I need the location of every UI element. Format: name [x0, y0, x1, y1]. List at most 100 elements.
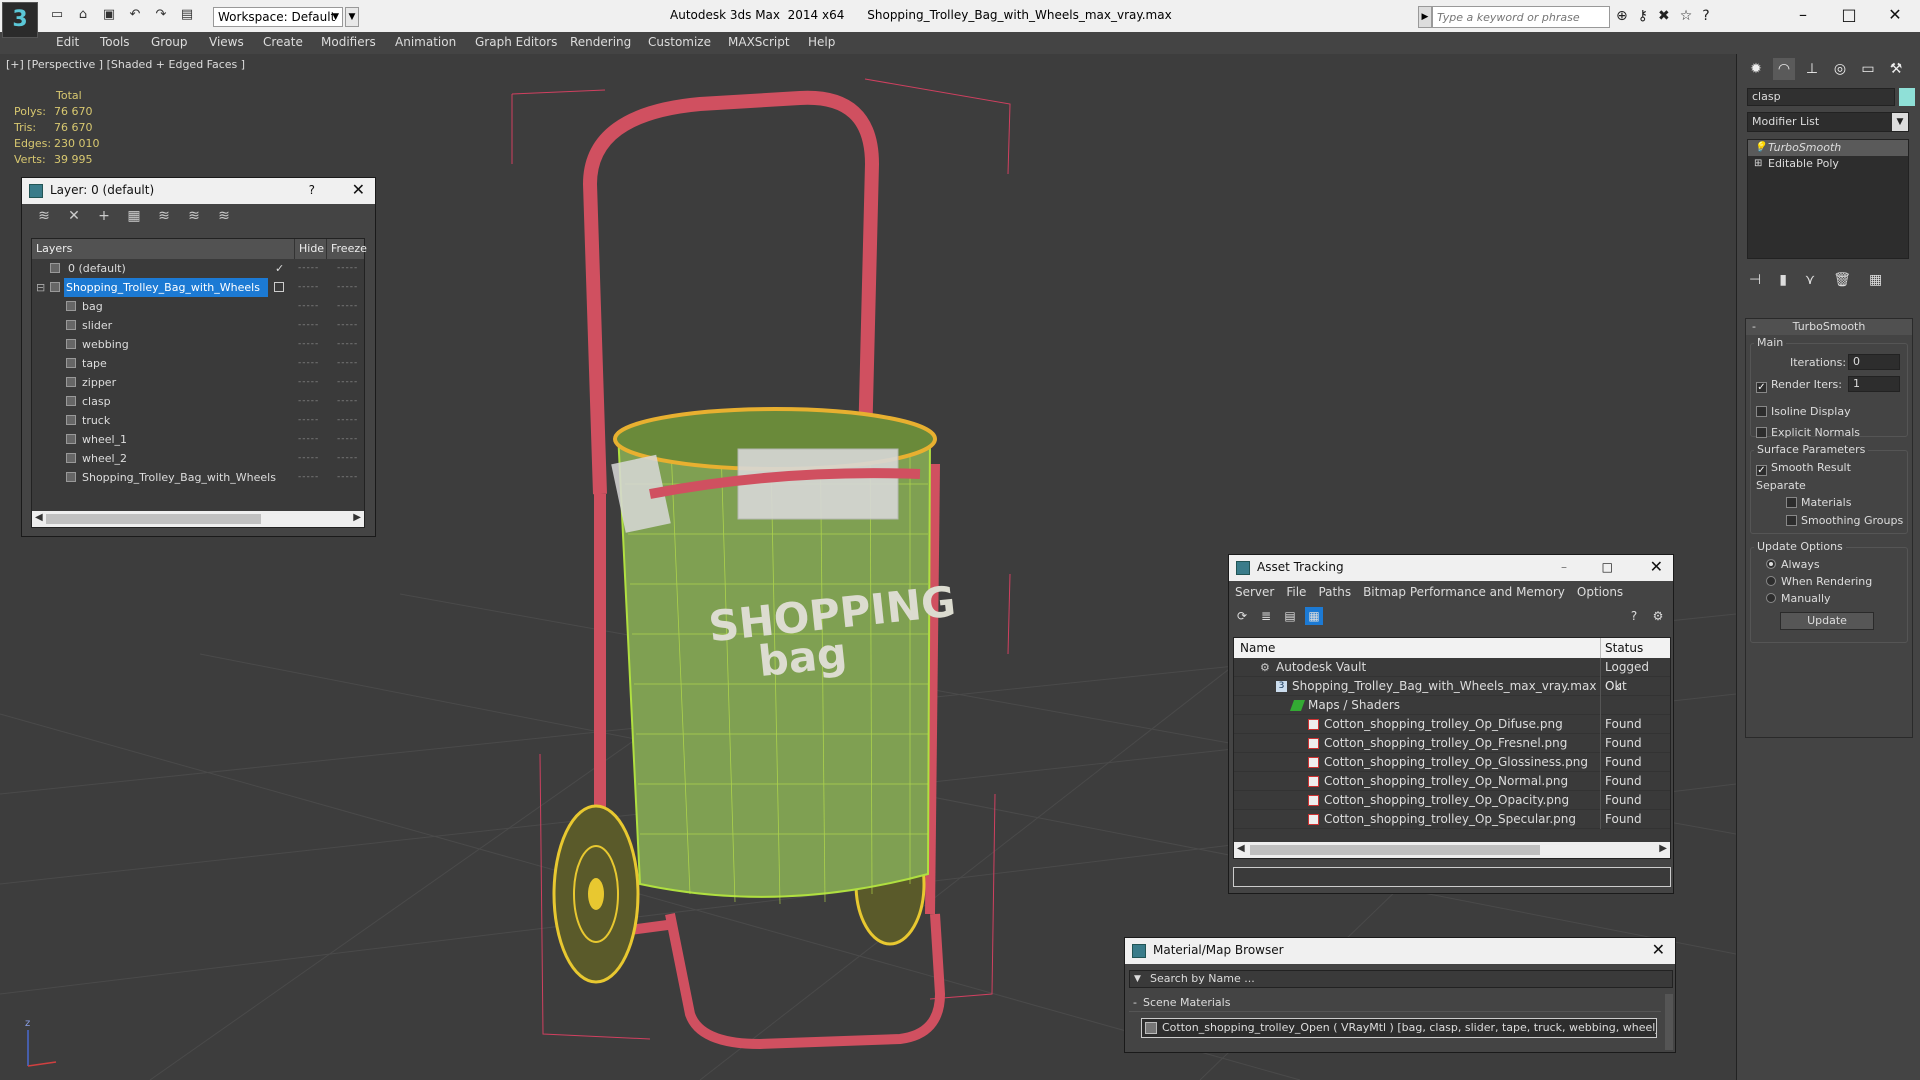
col-name[interactable]: Name: [1240, 638, 1275, 658]
layer-row[interactable]: 0 (default) ✓ ----- -----: [32, 259, 364, 278]
redo-icon[interactable]: ↷: [152, 7, 170, 23]
minimize-icon[interactable]: –: [1780, 0, 1826, 32]
show-end-result-icon[interactable]: ▮: [1779, 272, 1787, 288]
materials-checkbox[interactable]: [1786, 497, 1797, 508]
layer-object-row[interactable]: tape ----- -----: [32, 354, 364, 373]
project-folder-icon[interactable]: ▤: [178, 7, 196, 23]
configure-modifier-sets-icon[interactable]: ▦: [1869, 272, 1882, 288]
rollout-header[interactable]: - TurboSmooth: [1746, 319, 1912, 335]
layer-object-row[interactable]: bag ----- -----: [32, 297, 364, 316]
render-iters-spinner[interactable]: 1: [1848, 376, 1900, 392]
scrollbar-thumb[interactable]: [1250, 845, 1540, 855]
chevron-right-icon[interactable]: ▶: [1659, 843, 1667, 854]
explicit-normals-checkbox[interactable]: [1756, 427, 1767, 438]
menu-create[interactable]: Create: [263, 35, 303, 49]
menu-paths[interactable]: Paths: [1318, 585, 1351, 599]
layer-object-row[interactable]: clasp ----- -----: [32, 392, 364, 411]
asset-tracking-titlebar[interactable]: Asset Tracking – □ ✕: [1229, 555, 1673, 581]
update-always-option[interactable]: Always: [1766, 558, 1820, 571]
lightbulb-icon[interactable]: 💡: [1754, 143, 1766, 153]
menu-file[interactable]: File: [1286, 585, 1306, 599]
update-manually-option[interactable]: Manually: [1766, 592, 1831, 605]
modify-tab-icon[interactable]: ◠: [1773, 58, 1795, 80]
asset-row[interactable]: Cotton_shopping_trolley_Op_Difuse.png Fou…: [1234, 715, 1670, 734]
close-icon[interactable]: ✕: [1650, 555, 1663, 579]
maximize-icon[interactable]: □: [1826, 0, 1872, 32]
chevron-left-icon[interactable]: ◀: [35, 512, 43, 523]
menu-help[interactable]: Help: [808, 35, 835, 49]
isoline-display-checkbox[interactable]: [1756, 406, 1767, 417]
menu-server[interactable]: Server: [1235, 585, 1274, 599]
update-when-rendering-radio[interactable]: [1766, 576, 1776, 586]
utilities-tab-icon[interactable]: ⚒: [1885, 58, 1907, 80]
close-icon[interactable]: ✕: [1872, 0, 1918, 32]
layer-horizontal-scrollbar[interactable]: ◀ ▶: [32, 511, 364, 527]
asset-path-field[interactable]: [1233, 867, 1671, 887]
star-icon[interactable]: ☆: [1680, 8, 1693, 24]
collapse-icon[interactable]: ⊟: [36, 278, 45, 297]
layer-object-row[interactable]: zipper ----- -----: [32, 373, 364, 392]
create-tab-icon[interactable]: ✹: [1745, 58, 1767, 80]
thumbnail-view-icon[interactable]: ▤: [1281, 607, 1299, 625]
pin-stack-icon[interactable]: ⊣: [1749, 272, 1761, 288]
active-layer-box[interactable]: [274, 282, 284, 292]
update-manually-radio[interactable]: [1766, 593, 1776, 603]
chevron-left-icon[interactable]: ◀: [1237, 843, 1245, 854]
motion-tab-icon[interactable]: ◎: [1829, 58, 1851, 80]
key-icon[interactable]: ⚷: [1638, 8, 1648, 24]
col-layers[interactable]: Layers: [36, 239, 72, 259]
hierarchy-tab-icon[interactable]: ⊥: [1801, 58, 1823, 80]
asset-row[interactable]: Maps / Shaders: [1234, 696, 1670, 715]
update-button[interactable]: Update: [1780, 612, 1874, 630]
update-when-rendering-option[interactable]: When Rendering: [1766, 575, 1872, 588]
col-hide[interactable]: Hide: [294, 239, 324, 259]
menu-options[interactable]: Options: [1577, 585, 1623, 599]
asset-row[interactable]: Cotton_shopping_trolley_Op_Normal.png Fou…: [1234, 772, 1670, 791]
highlight-layer-icon[interactable]: ≋: [152, 208, 176, 228]
smoothing-groups-checkbox[interactable]: [1786, 515, 1797, 526]
open-file-icon[interactable]: ⌂: [74, 7, 92, 23]
perspective-viewport[interactable]: SHOPPING bag [+] [Perspective ] [Shaded …: [0, 54, 1736, 1080]
workspace-options-button[interactable]: ▼: [345, 7, 359, 27]
scrollbar-thumb[interactable]: [46, 514, 261, 524]
expand-icon[interactable]: ⊞: [1754, 159, 1764, 169]
exchange-icon[interactable]: ✖: [1658, 8, 1670, 24]
help-icon[interactable]: ?: [1702, 8, 1709, 24]
explicit-normals-option[interactable]: Explicit Normals: [1756, 426, 1860, 439]
menu-views[interactable]: Views: [209, 35, 244, 49]
menu-graph-editors[interactable]: Graph Editors: [475, 35, 557, 49]
smooth-result-option[interactable]: ✓ Smooth Result: [1756, 461, 1851, 476]
menu-bitmap-performance[interactable]: Bitmap Performance and Memory: [1363, 585, 1565, 599]
layer-object-row[interactable]: Shopping_Trolley_Bag_with_Wheels ----- ---…: [32, 468, 364, 487]
add-icon[interactable]: +: [92, 208, 116, 228]
asset-row[interactable]: Cotton_shopping_trolley_Op_Glossiness.pn…: [1234, 753, 1670, 772]
asset-horizontal-scrollbar[interactable]: ◀ ▶: [1234, 842, 1670, 858]
layer-object-row[interactable]: webbing ----- -----: [32, 335, 364, 354]
menu-tools[interactable]: Tools: [100, 35, 130, 49]
close-icon[interactable]: ✕: [352, 178, 365, 202]
undo-icon[interactable]: ↶: [126, 7, 144, 23]
stack-item-editable-poly[interactable]: ⊞ Editable Poly: [1748, 156, 1908, 172]
layers-icon[interactable]: ≋: [32, 208, 56, 228]
menu-edit[interactable]: Edit: [56, 35, 79, 49]
new-file-icon[interactable]: ▭: [48, 7, 66, 23]
layer-object-row[interactable]: truck ----- -----: [32, 411, 364, 430]
make-unique-icon[interactable]: ⋎: [1805, 272, 1815, 288]
col-status[interactable]: Status: [1600, 638, 1643, 658]
update-always-radio[interactable]: [1766, 559, 1776, 569]
settings-icon[interactable]: ⚙: [1649, 607, 1667, 625]
layer-object-row[interactable]: slider ----- -----: [32, 316, 364, 335]
layer-window-titlebar[interactable]: Layer: 0 (default) ? ✕: [22, 178, 375, 204]
display-tab-icon[interactable]: ▭: [1857, 58, 1879, 80]
help-icon[interactable]: ?: [309, 178, 315, 202]
delete-icon[interactable]: ✕: [62, 208, 86, 228]
scene-materials-group[interactable]: - Scene Materials: [1129, 994, 1661, 1012]
materials-option[interactable]: Materials: [1786, 496, 1851, 509]
layer-object-row[interactable]: wheel_2 ----- -----: [32, 449, 364, 468]
select-objects-icon[interactable]: ▦: [122, 208, 146, 228]
isoline-display-option[interactable]: Isoline Display: [1756, 405, 1851, 418]
save-file-icon[interactable]: ▣: [100, 7, 118, 23]
material-vertical-scrollbar[interactable]: [1665, 994, 1673, 1050]
hide-all-icon[interactable]: ≋: [182, 208, 206, 228]
material-browser-titlebar[interactable]: Material/Map Browser ✕: [1125, 938, 1675, 964]
